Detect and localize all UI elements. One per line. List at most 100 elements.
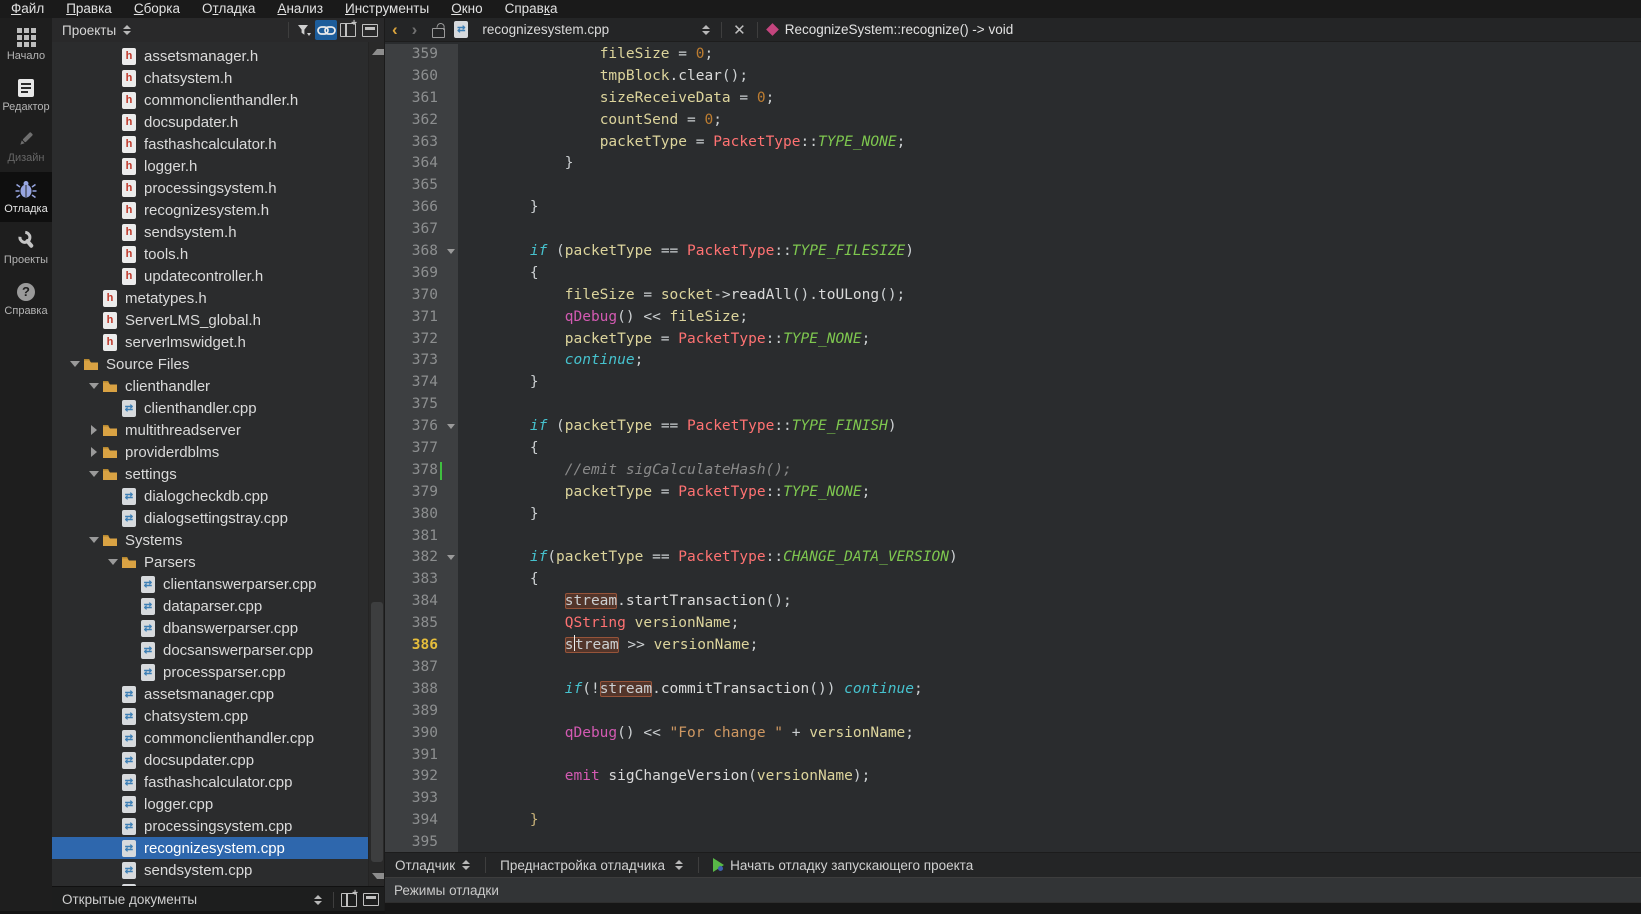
- fold-marker-icon[interactable]: [447, 555, 455, 560]
- tree-item-sendsystem.h[interactable]: hsendsystem.h: [52, 221, 368, 243]
- line-number[interactable]: 362: [385, 110, 458, 132]
- code-line[interactable]: if (packetType == PacketType::TYPE_FINIS…: [460, 416, 1641, 438]
- code-line[interactable]: packetType = PacketType::TYPE_NONE;: [460, 132, 1641, 154]
- line-number[interactable]: 383: [385, 569, 458, 591]
- line-number[interactable]: 364: [385, 153, 458, 175]
- tree-item-logger.cpp[interactable]: ⇄logger.cpp: [52, 793, 368, 815]
- line-number[interactable]: 393: [385, 788, 458, 810]
- line-number[interactable]: 386: [385, 635, 458, 657]
- tree-item-Source Files[interactable]: Source Files: [52, 353, 368, 375]
- code-line[interactable]: QString versionName;: [460, 613, 1641, 635]
- code-line[interactable]: //emit sigCalculateHash();: [460, 460, 1641, 482]
- collapse-panel-icon[interactable]: [359, 20, 381, 40]
- link-sync-icon[interactable]: [315, 20, 337, 40]
- code-line[interactable]: [460, 175, 1641, 197]
- tree-item-dbanswerparser.cpp[interactable]: ⇄dbanswerparser.cpp: [52, 617, 368, 639]
- tree-item-commonclienthandler.cpp[interactable]: ⇄commonclienthandler.cpp: [52, 727, 368, 749]
- code-line[interactable]: stream >> versionName;: [460, 635, 1641, 657]
- mode-Справка[interactable]: ?Справка: [0, 274, 52, 324]
- line-number[interactable]: 391: [385, 745, 458, 767]
- tree-item-commonclienthandler.h[interactable]: hcommonclienthandler.h: [52, 89, 368, 111]
- line-number[interactable]: 370: [385, 285, 458, 307]
- panel-combo-arrows-icon[interactable]: [123, 25, 131, 35]
- line-number[interactable]: 395: [385, 832, 458, 852]
- split-add-icon[interactable]: [337, 20, 359, 40]
- chevron-down-icon[interactable]: [85, 383, 102, 389]
- line-number[interactable]: 385: [385, 613, 458, 635]
- line-number[interactable]: 389: [385, 701, 458, 723]
- line-number[interactable]: 381: [385, 526, 458, 548]
- chevron-down-icon[interactable]: [85, 471, 102, 477]
- tree-item-clienthandler.cpp[interactable]: ⇄clienthandler.cpp: [52, 397, 368, 419]
- line-number[interactable]: 375: [385, 394, 458, 416]
- code-line[interactable]: qDebug() << fileSize;: [460, 307, 1641, 329]
- tree-item-chatsystem.h[interactable]: hchatsystem.h: [52, 67, 368, 89]
- line-number[interactable]: 394: [385, 810, 458, 832]
- code-line[interactable]: if(!stream.commitTransaction()) continue…: [460, 679, 1641, 701]
- code-line[interactable]: countSend = 0;: [460, 110, 1641, 132]
- collapse-panel-icon[interactable]: [360, 890, 382, 910]
- code-line[interactable]: packetType = PacketType::TYPE_NONE;: [460, 482, 1641, 504]
- tree-item-updatecontroller.h[interactable]: hupdatecontroller.h: [52, 265, 368, 287]
- tree-item-multithreadserver[interactable]: multithreadserver: [52, 419, 368, 441]
- tree-item-dataparser.cpp[interactable]: ⇄dataparser.cpp: [52, 595, 368, 617]
- chevron-right-icon[interactable]: [85, 425, 102, 435]
- code-line[interactable]: tmpBlock.clear();: [460, 66, 1641, 88]
- fold-marker-icon[interactable]: [447, 424, 455, 429]
- line-number[interactable]: 371: [385, 307, 458, 329]
- code-line[interactable]: sizeReceiveData = 0;: [460, 88, 1641, 110]
- start-debug-button[interactable]: Начать отладку запускающего проекта: [730, 858, 973, 873]
- line-number[interactable]: 379: [385, 482, 458, 504]
- menu-item[interactable]: Анализ: [266, 0, 334, 18]
- tree-item-clienthandler[interactable]: clienthandler: [52, 375, 368, 397]
- chevron-down-icon[interactable]: [104, 559, 121, 565]
- menu-item[interactable]: Сборка: [123, 0, 191, 18]
- mode-Проекты[interactable]: Проекты: [0, 223, 52, 273]
- tab-filename[interactable]: recognizesystem.cpp: [482, 22, 609, 37]
- code-line[interactable]: if(packetType == PacketType::CHANGE_DATA…: [460, 547, 1641, 569]
- code-line[interactable]: [460, 745, 1641, 767]
- code-line[interactable]: [460, 832, 1641, 852]
- code-line[interactable]: stream.startTransaction();: [460, 591, 1641, 613]
- tree-item-docsupdater.h[interactable]: hdocsupdater.h: [52, 111, 368, 133]
- tree-item-serverlmswidget.h[interactable]: hserverlmswidget.h: [52, 331, 368, 353]
- mode-Редактор[interactable]: Редактор: [0, 70, 52, 120]
- line-number[interactable]: 369: [385, 263, 458, 285]
- line-number[interactable]: 392: [385, 766, 458, 788]
- tree-item-tools.h[interactable]: htools.h: [52, 243, 368, 265]
- code-line[interactable]: [460, 219, 1641, 241]
- nav-forward-icon[interactable]: ›: [405, 19, 425, 41]
- debugger-preset-combo[interactable]: Преднастройка отладчика: [490, 858, 694, 873]
- tree-item-docsanswerparser.cpp[interactable]: ⇄docsanswerparser.cpp: [52, 639, 368, 661]
- tree-item-assetsmanager.h[interactable]: hassetsmanager.h: [52, 45, 368, 67]
- mode-Дизайн[interactable]: Дизайн: [0, 121, 52, 171]
- line-number[interactable]: 390: [385, 723, 458, 745]
- tree-item-docsupdater.cpp[interactable]: ⇄docsupdater.cpp: [52, 749, 368, 771]
- tree-item-clientanswerparser.cpp[interactable]: ⇄clientanswerparser.cpp: [52, 573, 368, 595]
- code-lines[interactable]: fileSize = 0; tmpBlock.clear(); sizeRece…: [460, 44, 1641, 852]
- code-line[interactable]: [460, 526, 1641, 548]
- tree-item-dialogsettingstray.cpp[interactable]: ⇄dialogsettingstray.cpp: [52, 507, 368, 529]
- tree-item-processingsystem.h[interactable]: hprocessingsystem.h: [52, 177, 368, 199]
- code-line[interactable]: }: [460, 372, 1641, 394]
- code-editor[interactable]: 3593603613623633643653663673683693703713…: [385, 42, 1641, 852]
- tree-item-Systems[interactable]: Systems: [52, 529, 368, 551]
- tree-item-providerdblms[interactable]: providerdblms: [52, 441, 368, 463]
- line-number[interactable]: 368: [385, 241, 458, 263]
- menu-item[interactable]: Инструменты: [334, 0, 440, 18]
- symbol-selector[interactable]: RecognizeSystem::recognize() -> void: [785, 22, 1013, 37]
- line-number[interactable]: 388: [385, 679, 458, 701]
- nav-back-icon[interactable]: ‹: [385, 19, 405, 41]
- tree-item-processingsystem.cpp[interactable]: ⇄processingsystem.cpp: [52, 815, 368, 837]
- tree-item-recognizesystem.h[interactable]: hrecognizesystem.h: [52, 199, 368, 221]
- line-number[interactable]: 363: [385, 132, 458, 154]
- chevron-down-icon[interactable]: [85, 537, 102, 543]
- line-number[interactable]: 372: [385, 329, 458, 351]
- code-line[interactable]: [460, 701, 1641, 723]
- tree-item-settings[interactable]: settings: [52, 463, 368, 485]
- tree-item-chatsystem.cpp[interactable]: ⇄chatsystem.cpp: [52, 705, 368, 727]
- tree-item-processparser.cpp[interactable]: ⇄processparser.cpp: [52, 661, 368, 683]
- line-number[interactable]: 359: [385, 44, 458, 66]
- code-line[interactable]: [460, 394, 1641, 416]
- chevron-right-icon[interactable]: [85, 447, 102, 457]
